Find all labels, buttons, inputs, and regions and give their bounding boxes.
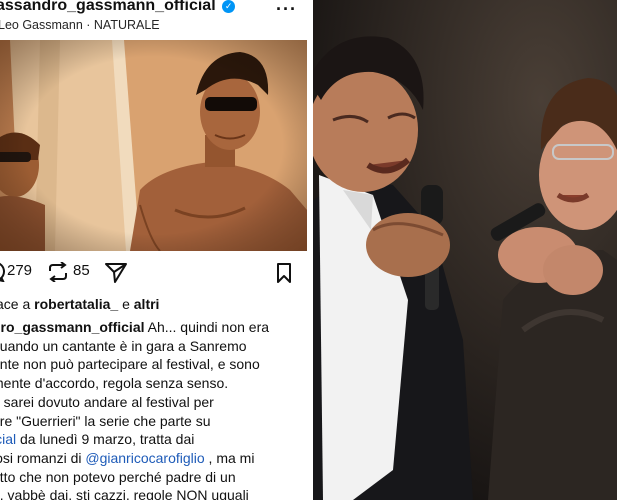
caption-link[interactable]: icial xyxy=(0,431,16,447)
stage-photo xyxy=(313,0,617,500)
bookmark-icon[interactable] xyxy=(276,263,292,283)
post-caption: dro_gassmann_official Ah... quindi non e… xyxy=(0,318,311,500)
repost-count: 85 xyxy=(73,262,90,279)
caption-line: quando un cantante è in gara a Sanremo xyxy=(0,337,247,354)
caption-line: ante non può partecipare al festival, e … xyxy=(0,356,260,373)
concert-photo xyxy=(313,0,617,500)
post-header: assandro_gassmann_official ✓ xyxy=(0,0,236,15)
mention-link[interactable]: @gianricocarofiglio xyxy=(85,450,204,466)
caption-author[interactable]: dro_gassmann_official xyxy=(0,319,145,335)
caption-line: ... vabbè dai, sti cazzi, regole NON ugu… xyxy=(0,487,249,500)
vintage-beach-photo xyxy=(0,40,307,251)
liker-username[interactable]: robertatalia_ xyxy=(34,296,118,312)
caption-line: mente d'accordo, regola senza senso. xyxy=(0,375,229,392)
likes-mid: e xyxy=(118,296,134,312)
username[interactable]: assandro_gassmann_official xyxy=(0,0,216,14)
likes-line: ace a robertatalia_ e altri xyxy=(0,296,159,312)
instagram-post: assandro_gassmann_official ✓ ··· Leo Gas… xyxy=(0,0,311,500)
caption-line: etto che non potevo perché padre di un xyxy=(0,468,236,485)
more-options-icon[interactable]: ··· xyxy=(276,0,297,18)
caption-line: iosi romanzi di xyxy=(0,449,86,466)
likes-prefix: ace a xyxy=(0,296,31,312)
comment-count: 279 xyxy=(7,262,33,279)
verified-badge-icon: ✓ xyxy=(222,0,236,13)
caption-line: Ah... quindi non era xyxy=(144,319,270,335)
post-photo[interactable]: ◁× xyxy=(0,40,307,251)
repost-icon[interactable] xyxy=(47,262,69,282)
likes-others-link[interactable]: altri xyxy=(134,296,160,312)
comment-icon[interactable] xyxy=(0,262,6,282)
caption-line: o sarei dovuto andare al festival per xyxy=(0,393,214,410)
share-icon[interactable] xyxy=(104,262,128,284)
post-subtitle[interactable]: Leo Gassmann · NATURALE xyxy=(0,18,160,32)
caption-line: da lunedì 9 marzo, tratta dai xyxy=(16,431,195,448)
caption-line: , ma mi xyxy=(204,449,255,466)
caption-line: are "Guerrieri" la serie che parte su xyxy=(0,412,211,429)
